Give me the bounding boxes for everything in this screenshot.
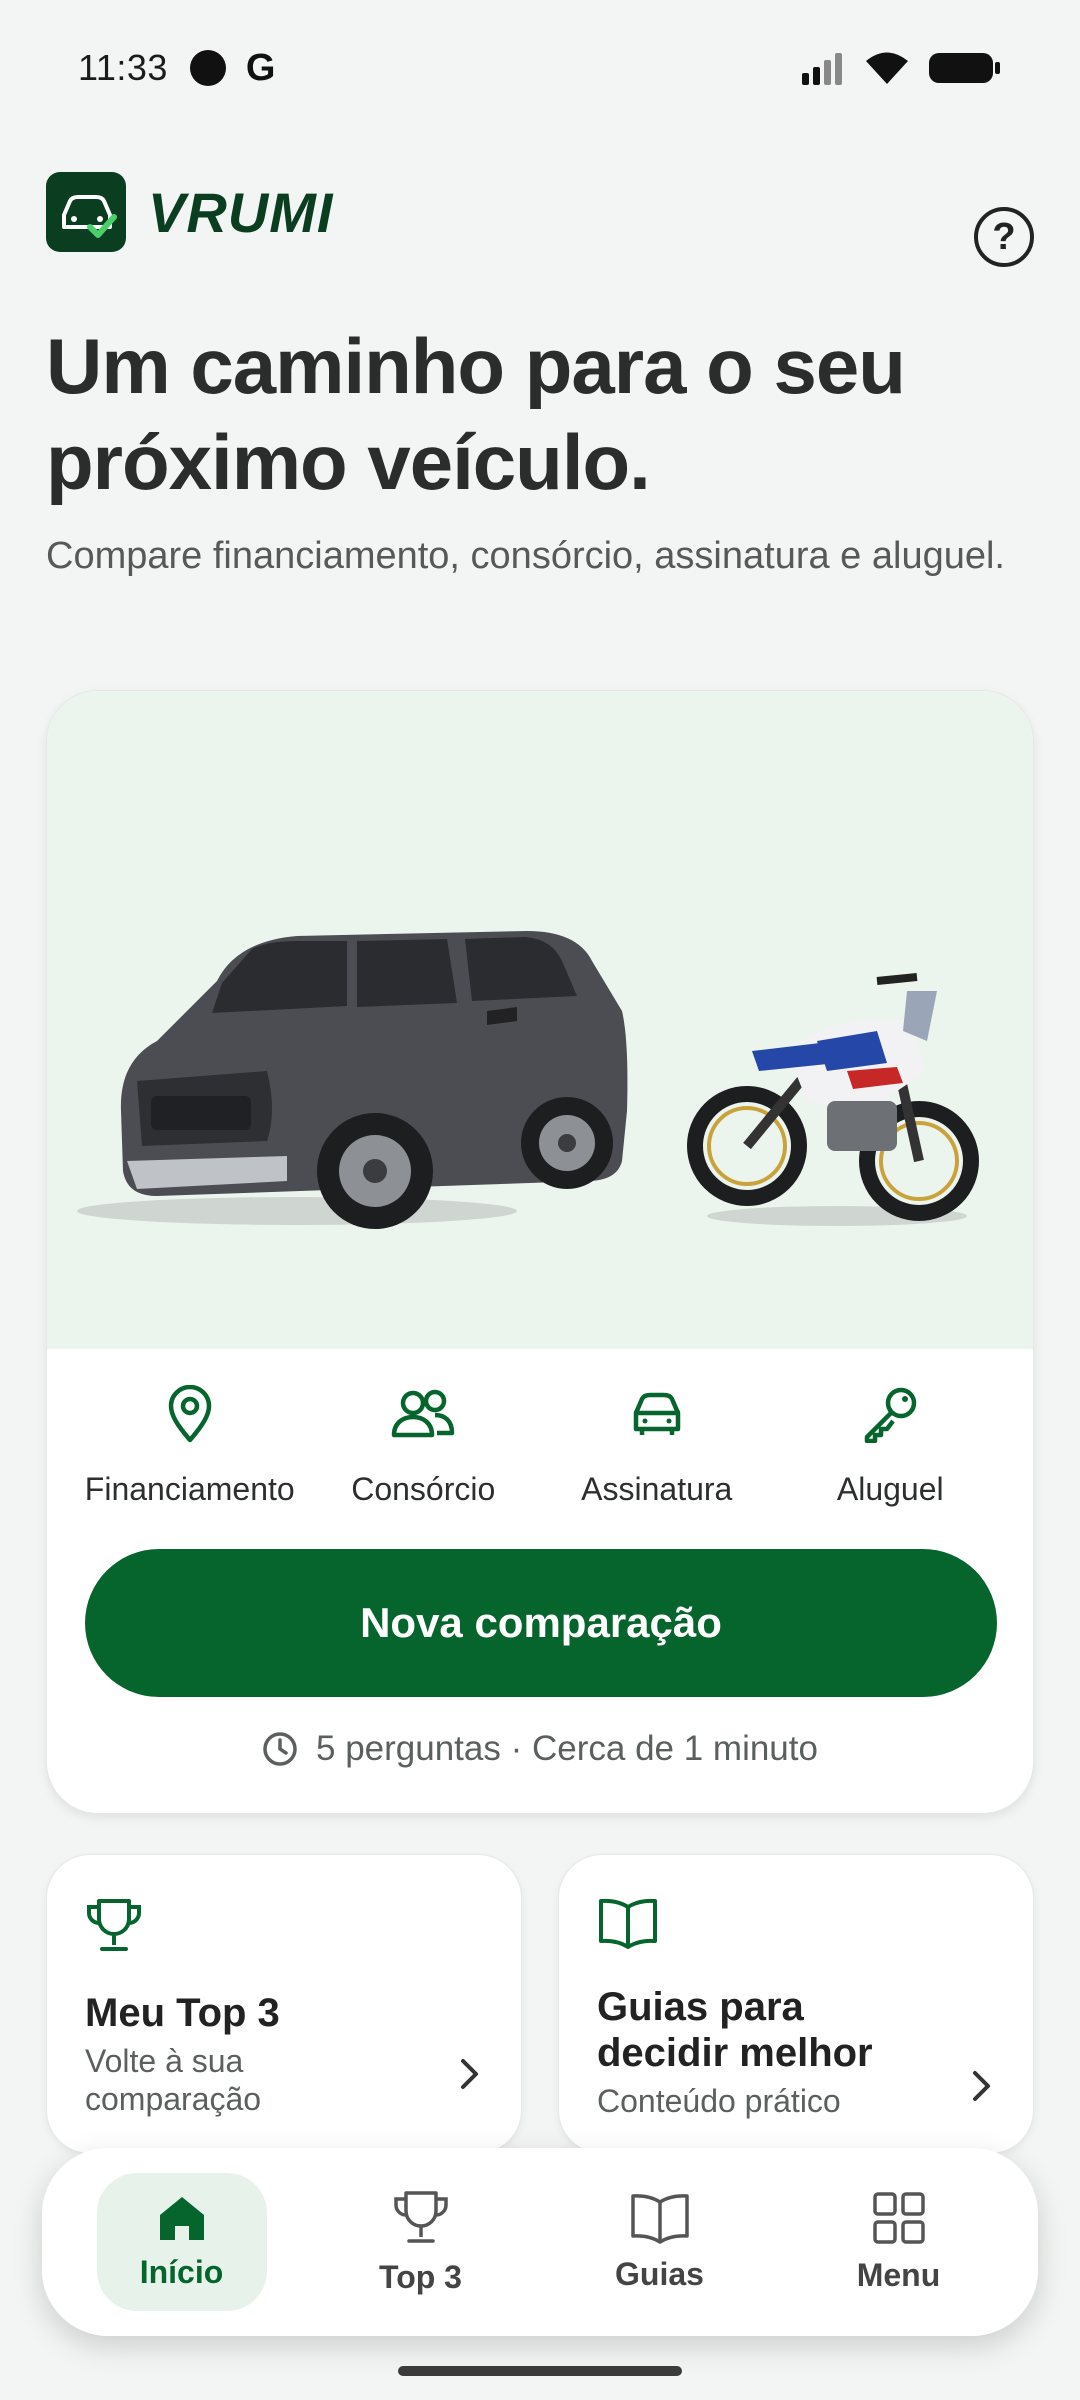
card-title: Meu Top 3 <box>85 1991 280 2035</box>
nav-item-guias[interactable]: Guias <box>575 2173 745 2311</box>
brand-name: VRUMI <box>148 180 334 244</box>
help-icon: ? <box>992 215 1016 258</box>
book-icon <box>630 2193 689 2244</box>
option-label: Financiamento <box>84 1471 295 1507</box>
bottom-nav: Início Top 3 Guias Menu <box>42 2148 1038 2336</box>
option-label: Consórcio <box>351 1471 496 1507</box>
option-assinatura[interactable]: Assinatura <box>542 1381 772 1508</box>
car-icon <box>630 1381 684 1447</box>
google-g-icon: G <box>245 46 276 89</box>
option-financiamento[interactable]: Financiamento <box>75 1381 305 1508</box>
option-label: Assinatura <box>581 1471 733 1507</box>
my-top3-card[interactable]: Meu Top 3 Volte à sua comparação <box>46 1854 522 2154</box>
nav-item-menu[interactable]: Menu <box>814 2173 984 2311</box>
option-consorcio[interactable]: Consórcio <box>308 1381 538 1508</box>
help-button[interactable]: ? <box>974 207 1034 267</box>
card-subtitle: Volte à sua comparação <box>85 2043 262 2117</box>
nav-label: Top 3 <box>379 2258 462 2295</box>
suv-image <box>77 931 628 1229</box>
people-icon <box>391 1381 455 1447</box>
home-icon <box>159 2196 204 2240</box>
trophy-icon <box>87 1899 141 1951</box>
option-label: Aluguel <box>836 1471 944 1507</box>
option-aluguel[interactable]: Aluguel <box>775 1381 1005 1508</box>
status-icons <box>800 50 1002 86</box>
page-title: Um caminho para o seu próximo veículo. <box>46 322 906 506</box>
new-comparison-button[interactable]: Nova comparação <box>85 1549 997 1697</box>
page-subtitle: Compare financiamento, consórcio, assina… <box>46 535 1005 577</box>
nav-label: Menu <box>856 2256 941 2293</box>
card-title: Guias para decidir melhor <box>597 1985 873 2075</box>
nav-label: Início <box>139 2253 224 2290</box>
card-subtitle: Conteúdo prático <box>597 2083 841 2119</box>
hero-card: Financiamento Consórcio Assinatura Alugu… <box>46 690 1034 1814</box>
app-header: VRUMI ? <box>46 172 1034 267</box>
nav-item-inicio[interactable]: Início <box>96 2173 267 2311</box>
comparison-info-text: 5 perguntas · Cerca de 1 minuto <box>316 1729 818 1768</box>
clock-icon <box>263 1732 297 1766</box>
comparison-info: 5 perguntas · Cerca de 1 minuto <box>47 1729 1033 1769</box>
chevron-right-icon <box>973 2071 990 2101</box>
grid-icon <box>872 2191 925 2244</box>
motorcycle-image <box>687 973 979 1226</box>
vehicles-illustration <box>47 691 1033 1349</box>
wifi-icon <box>866 52 908 84</box>
signal-icon <box>802 53 842 85</box>
home-indicator[interactable] <box>398 2366 682 2376</box>
option-list: Financiamento Consórcio Assinatura Alugu… <box>47 1381 1033 1508</box>
guides-card[interactable]: Guias para decidir melhor Conteúdo práti… <box>558 1854 1034 2154</box>
vrumi-logo-icon <box>46 172 126 252</box>
nav-label: Guias <box>615 2255 704 2292</box>
book-icon <box>599 1898 657 1949</box>
location-pin-icon <box>167 1381 213 1447</box>
chevron-right-icon <box>461 2059 478 2089</box>
key-icon <box>861 1381 919 1447</box>
status-time: 11:33 <box>78 47 168 88</box>
battery-icon <box>929 53 1000 83</box>
status-bar: 11:33 G <box>0 0 1080 136</box>
notification-dot-icon <box>189 50 226 86</box>
trophy-icon <box>393 2190 448 2243</box>
nav-item-top3[interactable]: Top 3 <box>336 2173 506 2311</box>
